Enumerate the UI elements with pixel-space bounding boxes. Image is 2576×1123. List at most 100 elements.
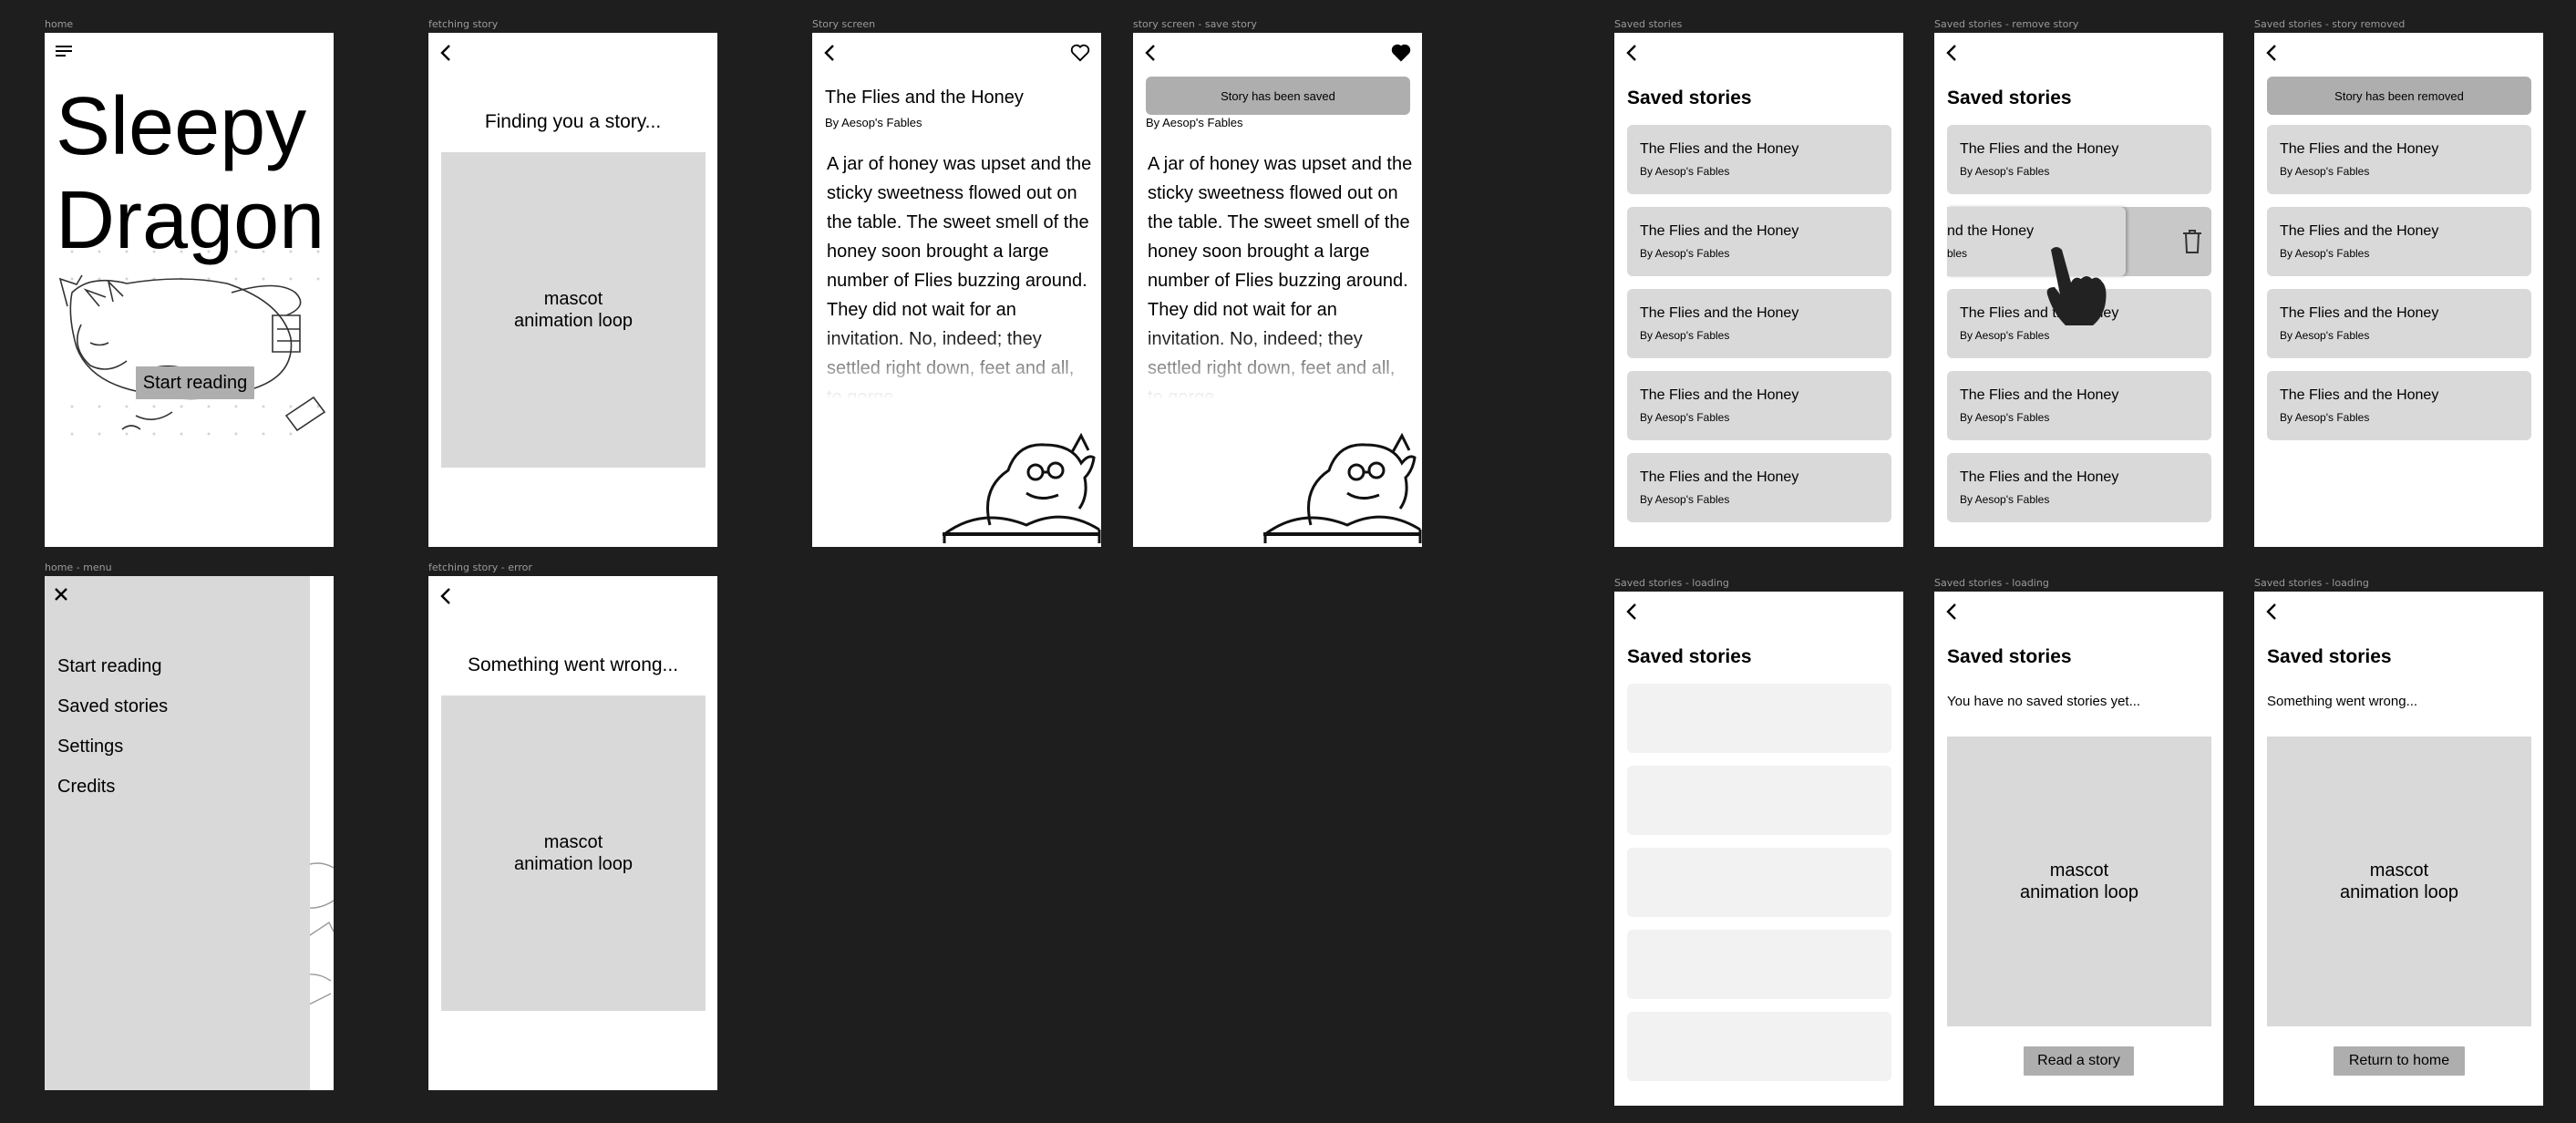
- menu-item-saved-stories[interactable]: Saved stories: [57, 696, 168, 717]
- story-card[interactable]: The Flies and the Honey By Aesop's Fables: [1947, 371, 2211, 440]
- card-author: By Aesop's Fables: [1960, 493, 2050, 506]
- story-card[interactable]: The Flies and the Honey By Aesop's Fables: [2267, 125, 2531, 194]
- frame-label-home-menu: home - menu: [45, 562, 112, 573]
- saved-toast: Story has been saved: [1146, 77, 1410, 115]
- screen-home-menu: Start reading Saved stories Settings Cre…: [45, 576, 334, 1090]
- screen-home: Sleepy Dragon Start reading: [45, 33, 334, 547]
- screen-saved-empty: Saved stories You have no saved stories …: [1934, 592, 2223, 1106]
- text-fade-overlay: [812, 329, 1101, 429]
- card-title: The Flies and the Honey: [1640, 141, 1799, 157]
- start-reading-button[interactable]: Start reading: [136, 366, 254, 399]
- screen-saved-loading: Saved stories: [1614, 592, 1903, 1106]
- swipe-hand-cursor-icon: [2046, 247, 2107, 325]
- screen-saved-remove: Saved stories The Flies and the Honey By …: [1934, 33, 2223, 547]
- card-author: By Aesop's Fables: [1640, 493, 1730, 506]
- story-card[interactable]: The Flies and the Honey By Aesop's Fables: [2267, 371, 2531, 440]
- story-card[interactable]: The Flies and the Honey By Aesop's Fables: [1627, 453, 1891, 522]
- error-message: Something went wrong...: [2267, 694, 2418, 709]
- mascot-animation-placeholder: mascot animation loop: [441, 695, 706, 1011]
- menu-item-credits[interactable]: Credits: [57, 777, 115, 798]
- back-arrow-icon[interactable]: [1942, 42, 1961, 64]
- skeleton-card: [1627, 684, 1891, 753]
- mascot-animation-placeholder: mascot animation loop: [1947, 737, 2211, 1026]
- screen-saved-stories: Saved stories The Flies and the Honey By …: [1614, 33, 1903, 547]
- skeleton-card: [1627, 930, 1891, 999]
- back-arrow-icon[interactable]: [2262, 42, 2281, 64]
- card-title: The Flies and the Honey: [1960, 387, 2119, 403]
- skeleton-card: [1627, 1012, 1891, 1081]
- menu-item-settings[interactable]: Settings: [57, 737, 123, 757]
- story-author: By Aesop's Fables: [1146, 116, 1243, 129]
- screen-fetching-story: Finding you a story... mascot animation …: [428, 33, 717, 547]
- side-menu-drawer: Start reading Saved stories Settings Cre…: [45, 576, 310, 1090]
- skeleton-card: [1627, 766, 1891, 835]
- card-author: By Aesop's Fables: [1960, 411, 2050, 424]
- card-title: The Flies and the Honey: [2280, 305, 2439, 321]
- story-card[interactable]: The Flies and the Honey By Aesop's Fables: [1947, 453, 2211, 522]
- back-arrow-icon[interactable]: [437, 585, 455, 607]
- read-a-story-button[interactable]: Read a story: [2024, 1046, 2134, 1076]
- page-title: Saved stories: [1947, 88, 2072, 108]
- story-card[interactable]: The Flies and the Honey By Aesop's Fables: [1627, 371, 1891, 440]
- back-arrow-icon[interactable]: [1623, 42, 1641, 64]
- page-title: Saved stories: [1627, 646, 1752, 667]
- card-title: The Flies and the Honey: [2280, 223, 2439, 239]
- back-arrow-icon[interactable]: [1623, 601, 1641, 623]
- story-card[interactable]: The Flies and the Honey By Aesop's Fables: [1947, 125, 2211, 194]
- skeleton-card: [1627, 848, 1891, 917]
- back-arrow-icon[interactable]: [437, 42, 455, 64]
- back-arrow-icon[interactable]: [2262, 601, 2281, 623]
- screen-story-saved: Story has been saved By Aesop's Fables A…: [1133, 33, 1422, 547]
- back-arrow-icon[interactable]: [1942, 601, 1961, 623]
- app-title: Sleepy Dragon: [56, 80, 325, 268]
- error-message: Something went wrong...: [467, 654, 679, 675]
- card-author: By Aesop's Fables: [1640, 411, 1730, 424]
- frame-label-saved-remove: Saved stories - remove story: [1934, 18, 2079, 30]
- card-author: By Aesop's Fables: [1640, 165, 1730, 178]
- text-fade-overlay: [1133, 329, 1422, 429]
- story-card[interactable]: The Flies and the Honey By Aesop's Fables: [1627, 125, 1891, 194]
- close-icon[interactable]: [54, 587, 68, 606]
- empty-state-message: You have no saved stories yet...: [1947, 694, 2141, 709]
- story-card[interactable]: The Flies and the Honey By Aesop's Fables: [1627, 289, 1891, 358]
- mascot-animation-placeholder: mascot animation loop: [2267, 737, 2531, 1026]
- hamburger-menu-icon[interactable]: [56, 44, 72, 58]
- card-title: The Flies and the Honey: [1640, 469, 1799, 485]
- frame-label-fetch-error: fetching story - error: [428, 562, 532, 573]
- card-title: The Flies and the Honey: [1960, 141, 2119, 157]
- screen-saved-error: Saved stories Something went wrong... ma…: [2254, 592, 2543, 1106]
- page-title: Saved stories: [1947, 646, 2072, 667]
- reading-mascot-illustration: [943, 432, 1101, 543]
- back-arrow-icon[interactable]: [1141, 42, 1159, 64]
- story-title: The Flies and the Honey: [825, 88, 1024, 108]
- trash-icon[interactable]: [2182, 229, 2202, 259]
- screen-saved-removed: Story has been removed The Flies and the…: [2254, 33, 2543, 547]
- page-title: Saved stories: [1627, 88, 1752, 108]
- frame-label-saved-error: Saved stories - loading: [2254, 577, 2369, 589]
- story-card[interactable]: The Flies and the Honey By Aesop's Fables: [1627, 207, 1891, 276]
- card-title: The Flies and the Honey: [2280, 141, 2439, 157]
- card-title: nd the Honey: [1947, 223, 2035, 239]
- card-title: The Flies and the Honey: [1640, 223, 1799, 239]
- card-author: By Aesop's Fables: [2280, 329, 2370, 342]
- return-home-button[interactable]: Return to home: [2334, 1046, 2465, 1076]
- story-card[interactable]: The Flies and the Honey By Aesop's Fables: [2267, 289, 2531, 358]
- frame-label-saved-loading: Saved stories - loading: [1614, 577, 1729, 589]
- frame-label-saved-empty: Saved stories - loading: [1934, 577, 2049, 589]
- reading-mascot-illustration: [1263, 432, 1422, 543]
- back-arrow-icon[interactable]: [820, 42, 839, 64]
- card-title: The Flies and the Honey: [1960, 469, 2119, 485]
- story-author: By Aesop's Fables: [825, 116, 922, 129]
- card-author: By Aesop's Fables: [1960, 329, 2050, 342]
- mascot-animation-placeholder: mascot animation loop: [441, 152, 706, 468]
- frame-label-fetching: fetching story: [428, 18, 499, 30]
- frame-label-home: home: [45, 18, 74, 30]
- heart-outline-icon[interactable]: [1070, 44, 1090, 67]
- frame-label-story: Story screen: [812, 18, 876, 30]
- frame-label-story-saved: story screen - save story: [1133, 18, 1257, 30]
- card-author: By Aesop's Fables: [1640, 329, 1730, 342]
- heart-filled-icon[interactable]: [1391, 44, 1411, 67]
- menu-item-start-reading[interactable]: Start reading: [57, 656, 162, 677]
- story-card[interactable]: The Flies and the Honey By Aesop's Fables: [2267, 207, 2531, 276]
- card-author: By Aesop's Fables: [1960, 165, 2050, 178]
